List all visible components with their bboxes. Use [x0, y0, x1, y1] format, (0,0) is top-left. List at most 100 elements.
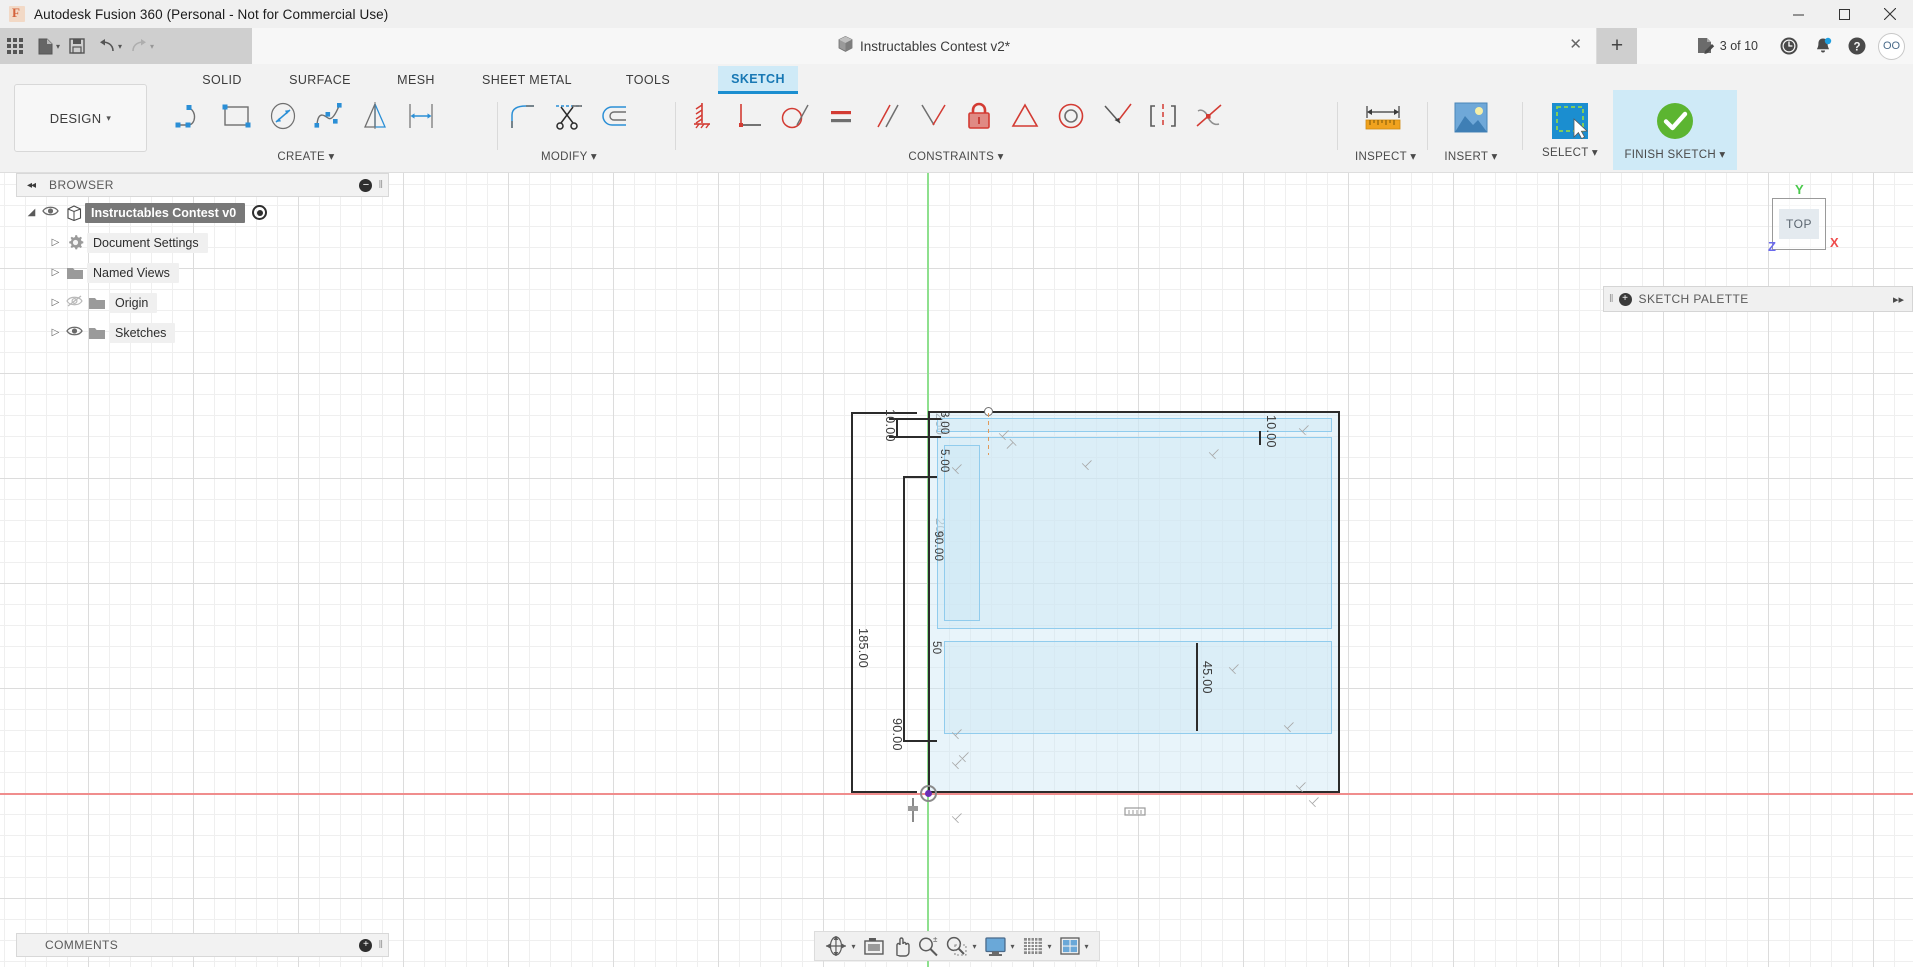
- app-grid-button[interactable]: [0, 31, 30, 61]
- zoom-window-button[interactable]: [941, 933, 971, 959]
- comments-panel[interactable]: COMMENTS + ‖: [16, 933, 389, 957]
- history-button[interactable]: [1772, 29, 1806, 63]
- viewports-caret-icon[interactable]: ▾: [1085, 942, 1089, 951]
- eye-icon[interactable]: [63, 324, 85, 342]
- workspace-selector[interactable]: DESIGN ▾: [14, 84, 147, 152]
- dim-label-185[interactable]: 185.00: [856, 628, 870, 668]
- expand-arrow-icon[interactable]: ▷: [48, 237, 63, 248]
- job-status[interactable]: 3 of 10: [1696, 37, 1758, 55]
- finish-sketch-button[interactable]: FINISH SKETCH ▾: [1613, 90, 1737, 170]
- line-tool-button[interactable]: [168, 90, 214, 142]
- eye-icon[interactable]: [39, 204, 61, 222]
- browser-collapse-icon[interactable]: ◂◂: [27, 180, 36, 191]
- dim-label-45[interactable]: 45.00: [1200, 661, 1214, 694]
- palette-grip-icon[interactable]: ‖: [1609, 293, 1614, 305]
- equal-constraint-button[interactable]: [818, 90, 864, 142]
- document-tab[interactable]: Instructables Contest v2* ✕: [252, 28, 1597, 64]
- dim-label-3[interactable]: 3.00: [938, 411, 950, 435]
- parallel-constraint-button[interactable]: [864, 90, 910, 142]
- viewports-button[interactable]: [1056, 933, 1084, 959]
- offset-tool-button[interactable]: [592, 90, 638, 142]
- add-comment-icon[interactable]: +: [359, 938, 373, 952]
- eye-hidden-icon[interactable]: [63, 294, 85, 312]
- close-icon[interactable]: ✕: [1569, 37, 1582, 52]
- dim-label-90b[interactable]: 90.00: [932, 531, 944, 561]
- help-button[interactable]: ?: [1840, 29, 1874, 63]
- dim-label-10b[interactable]: 10.00: [1264, 415, 1278, 448]
- save-button[interactable]: [62, 31, 92, 61]
- grid-snaps-caret-icon[interactable]: ▾: [1048, 942, 1052, 951]
- user-avatar[interactable]: OO: [1878, 32, 1905, 60]
- view-cube[interactable]: TOP Z Y X: [1741, 181, 1861, 291]
- dim-label-50[interactable]: 50: [930, 641, 942, 654]
- palette-add-icon[interactable]: +: [1618, 292, 1632, 306]
- select-tool-button[interactable]: SELECT ▾: [1533, 90, 1607, 170]
- sketch-origin-point[interactable]: [920, 785, 937, 802]
- grid-snaps-button[interactable]: [1019, 933, 1047, 959]
- sketch-profile-bottom-panel[interactable]: [944, 641, 1332, 734]
- expand-arrow-icon[interactable]: ▷: [48, 297, 63, 308]
- tree-item-label[interactable]: Document Settings: [87, 232, 208, 253]
- tree-item-origin[interactable]: ▷ Origin: [16, 291, 389, 314]
- perpendicular-constraint-button[interactable]: [910, 90, 956, 142]
- tree-item-label[interactable]: Origin: [109, 292, 158, 313]
- coincident-constraint-button[interactable]: [726, 90, 772, 142]
- redo-caret-icon[interactable]: ▾: [150, 42, 154, 51]
- tangent-constraint-button[interactable]: [772, 90, 818, 142]
- ribbon-group-label-inspect[interactable]: INSPECT ▾: [1355, 149, 1416, 163]
- sketch-dimension-button[interactable]: [398, 90, 444, 142]
- mirror-tool-button[interactable]: [352, 90, 398, 142]
- ribbon-group-label-create[interactable]: CREATE ▾: [168, 149, 444, 163]
- tree-item-document-settings[interactable]: ▷ Document Settings: [16, 231, 389, 254]
- expand-arrow-icon[interactable]: ▷: [48, 267, 63, 278]
- new-tab-button[interactable]: +: [1597, 28, 1637, 64]
- minimize-button[interactable]: [1775, 0, 1821, 28]
- collinear-constraint-button[interactable]: [1094, 90, 1140, 142]
- expand-arrow-icon[interactable]: ◢: [24, 207, 39, 218]
- fillet-tool-button[interactable]: [500, 90, 546, 142]
- spline-tool-button[interactable]: [306, 90, 352, 142]
- tree-item-label[interactable]: Named Views: [87, 262, 179, 283]
- sketch-profile-main[interactable]: [937, 437, 1332, 629]
- sketch-palette-panel[interactable]: ‖ + SKETCH PALETTE ▸▸: [1603, 286, 1913, 312]
- display-settings-button[interactable]: [980, 933, 1009, 959]
- look-at-button[interactable]: [859, 933, 887, 959]
- tree-item-label[interactable]: Instructables Contest v0: [85, 202, 246, 223]
- circle-tool-button[interactable]: [260, 90, 306, 142]
- orbit-button[interactable]: [820, 933, 850, 959]
- orbit-caret-icon[interactable]: ▾: [851, 942, 855, 951]
- zoom-button[interactable]: ±: [913, 933, 941, 959]
- concentric-constraint-button[interactable]: [1048, 90, 1094, 142]
- ribbon-group-label-constraints[interactable]: CONSTRAINTS ▾: [680, 149, 1232, 163]
- browser-grip-icon[interactable]: ‖: [378, 179, 383, 191]
- ribbon-group-label-insert[interactable]: INSERT ▾: [1443, 149, 1499, 163]
- dim-label-90[interactable]: 90.00: [890, 718, 904, 751]
- notifications-button[interactable]: [1806, 29, 1840, 63]
- measure-tool-button[interactable]: [1355, 90, 1411, 146]
- horizontal-vertical-constraint-button[interactable]: [680, 90, 726, 142]
- insert-image-button[interactable]: [1443, 90, 1499, 146]
- display-settings-caret-icon[interactable]: ▾: [1010, 942, 1014, 951]
- fix-unfix-constraint-button[interactable]: [956, 90, 1002, 142]
- view-cube-face[interactable]: TOP: [1772, 198, 1826, 250]
- undo-button[interactable]: [92, 31, 122, 61]
- browser-minimize-icon[interactable]: −: [359, 178, 373, 192]
- tree-item-label[interactable]: Sketches: [109, 322, 176, 343]
- dim-label-10a[interactable]: 10.00: [883, 409, 897, 442]
- tree-item-sketches[interactable]: ▷ Sketches: [16, 321, 389, 344]
- ribbon-group-label-modify[interactable]: MODIFY ▾: [500, 149, 638, 163]
- activate-component-radio[interactable]: [252, 205, 268, 220]
- maximize-button[interactable]: [1821, 0, 1867, 28]
- zoom-window-caret-icon[interactable]: ▾: [972, 942, 976, 951]
- palette-expand-icon[interactable]: ▸▸: [1893, 293, 1904, 306]
- pan-button[interactable]: [887, 933, 913, 959]
- sketch-canvas[interactable]: -250 -200 -150 -100 -50 250 200 185.00 9…: [0, 173, 1913, 967]
- close-window-button[interactable]: [1867, 0, 1913, 28]
- new-file-button[interactable]: [30, 31, 60, 61]
- trim-tool-button[interactable]: [546, 90, 592, 142]
- expand-arrow-icon[interactable]: ▷: [48, 327, 63, 338]
- symmetry-constraint-button[interactable]: [1140, 90, 1186, 142]
- rectangle-tool-button[interactable]: [214, 90, 260, 142]
- midpoint-constraint-button[interactable]: [1002, 90, 1048, 142]
- dim-label-5[interactable]: 5.00: [938, 449, 950, 473]
